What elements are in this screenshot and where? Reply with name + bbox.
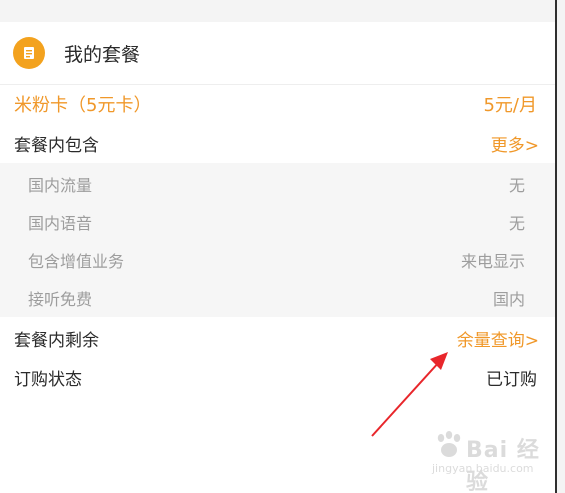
included-details: 国内流量 无 国内语音 无 包含增值业务 来电显示 接听免费 国内 (0, 163, 555, 317)
remaining-label: 套餐内剩余 (14, 331, 99, 351)
card-header: 我的套餐 (0, 22, 555, 84)
card-title: 我的套餐 (64, 44, 141, 66)
remaining-row: 套餐内剩余 余量查询> (0, 320, 555, 354)
detail-item-domestic-voice: 国内语音 无 (0, 201, 555, 239)
plan-card: 我的套餐 米粉卡（5元卡） 5元/月 套餐内包含 更多> 国内流量 无 国内语音… (0, 22, 555, 400)
detail-value: 无 (508, 214, 525, 233)
detail-value: 来电显示 (460, 252, 525, 271)
top-strip (0, 0, 556, 14)
right-edge-line (555, 0, 557, 493)
detail-label: 国内语音 (28, 214, 93, 233)
page: 我的套餐 米粉卡（5元卡） 5元/月 套餐内包含 更多> 国内流量 无 国内语音… (0, 0, 565, 493)
subscription-label: 订购状态 (14, 370, 82, 390)
balance-query-link[interactable]: 余量查询> (457, 326, 539, 351)
plan-name: 米粉卡（5元卡） (14, 95, 152, 116)
included-row: 套餐内包含 更多> (0, 125, 555, 159)
subscription-value: 已订购 (486, 370, 537, 390)
subscription-row: 订购状态 已订购 (0, 359, 555, 393)
detail-item-domestic-data: 国内流量 无 (0, 163, 555, 201)
header-divider (0, 84, 555, 85)
plan-price: 5元/月 (483, 95, 537, 116)
watermark-domain: jingyan.baidu.com (432, 462, 534, 475)
detail-label: 国内流量 (28, 176, 93, 195)
detail-item-value-added: 包含增值业务 来电显示 (0, 239, 555, 277)
paw-logo-icon (437, 431, 461, 457)
more-link[interactable]: 更多> (491, 131, 539, 156)
detail-item-free-incoming: 接听免费 国内 (0, 277, 555, 315)
detail-label: 接听免费 (28, 290, 93, 309)
detail-value: 国内 (492, 290, 525, 309)
baidu-watermark: Bai 经验 jingyan.baidu.com (426, 428, 554, 493)
plan-row: 米粉卡（5元卡） 5元/月 (0, 88, 555, 120)
detail-label: 包含增值业务 (28, 252, 125, 271)
included-label: 套餐内包含 (14, 136, 99, 156)
package-icon (13, 37, 45, 69)
detail-value: 无 (508, 176, 525, 195)
